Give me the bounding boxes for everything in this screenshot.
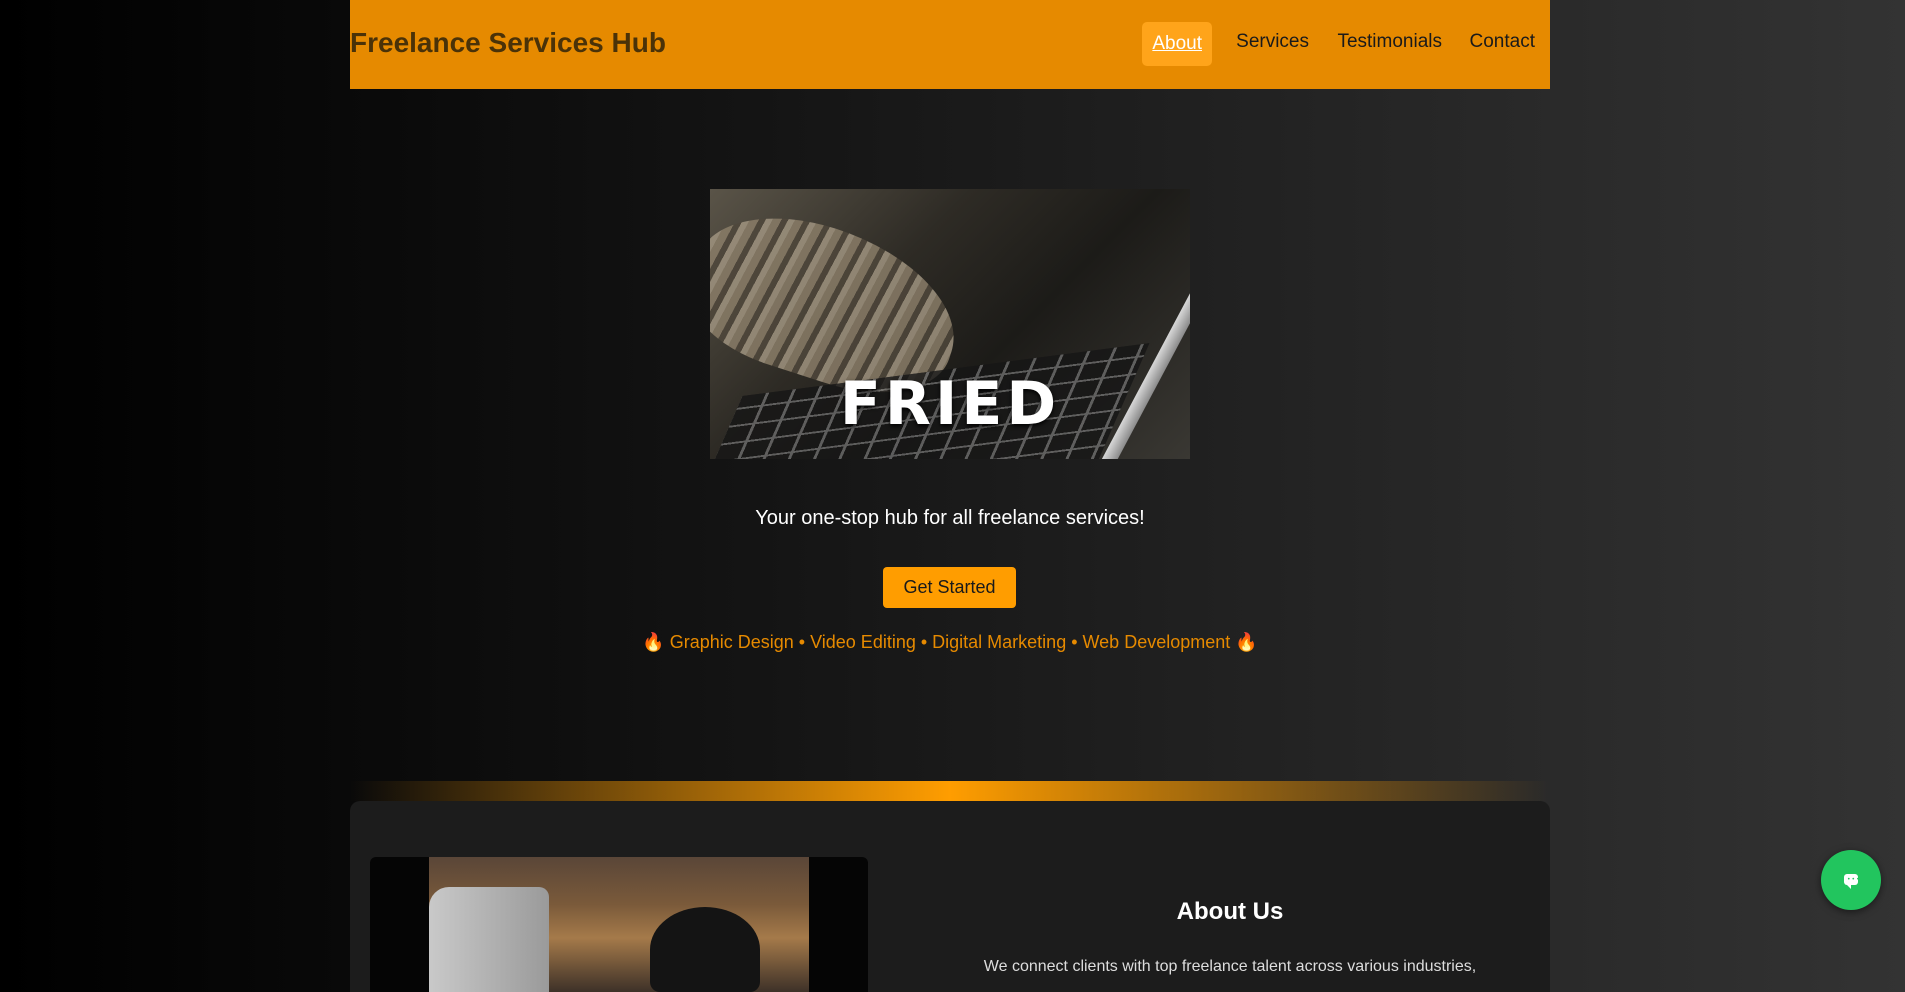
nav-link-testimonials[interactable]: Testimonials bbox=[1337, 22, 1442, 62]
hero-gif-caption: FRIED bbox=[839, 369, 1061, 439]
nav-link-services[interactable]: Services bbox=[1236, 22, 1309, 62]
nav-link-contact[interactable]: Contact bbox=[1470, 22, 1535, 62]
site-logo-title[interactable]: Freelance Services Hub bbox=[350, 27, 666, 59]
hero-gif-cat-typing: FRIED bbox=[710, 189, 1190, 459]
chat-dots-icon: ••• bbox=[1847, 876, 1861, 883]
fire-emoji-icon: 🔥 bbox=[1235, 632, 1258, 652]
get-started-button[interactable]: Get Started bbox=[883, 567, 1016, 608]
nav-link-about[interactable]: About bbox=[1142, 22, 1212, 66]
fire-emoji-icon: 🔥 bbox=[642, 632, 665, 652]
about-section bbox=[350, 801, 1550, 992]
hero-tagline: Your one-stop hub for all freelance serv… bbox=[755, 507, 1145, 529]
site-header: Freelance Services Hub About Services Te… bbox=[350, 0, 1550, 89]
chat-button[interactable]: ••• bbox=[1821, 850, 1881, 910]
services-list-line: 🔥 Graphic Design • Video Editing • Digit… bbox=[350, 632, 1550, 653]
page-container: Freelance Services Hub About Services Te… bbox=[350, 0, 1550, 992]
services-list-text: Graphic Design • Video Editing • Digital… bbox=[669, 632, 1231, 652]
section-divider-glow bbox=[350, 781, 1550, 801]
